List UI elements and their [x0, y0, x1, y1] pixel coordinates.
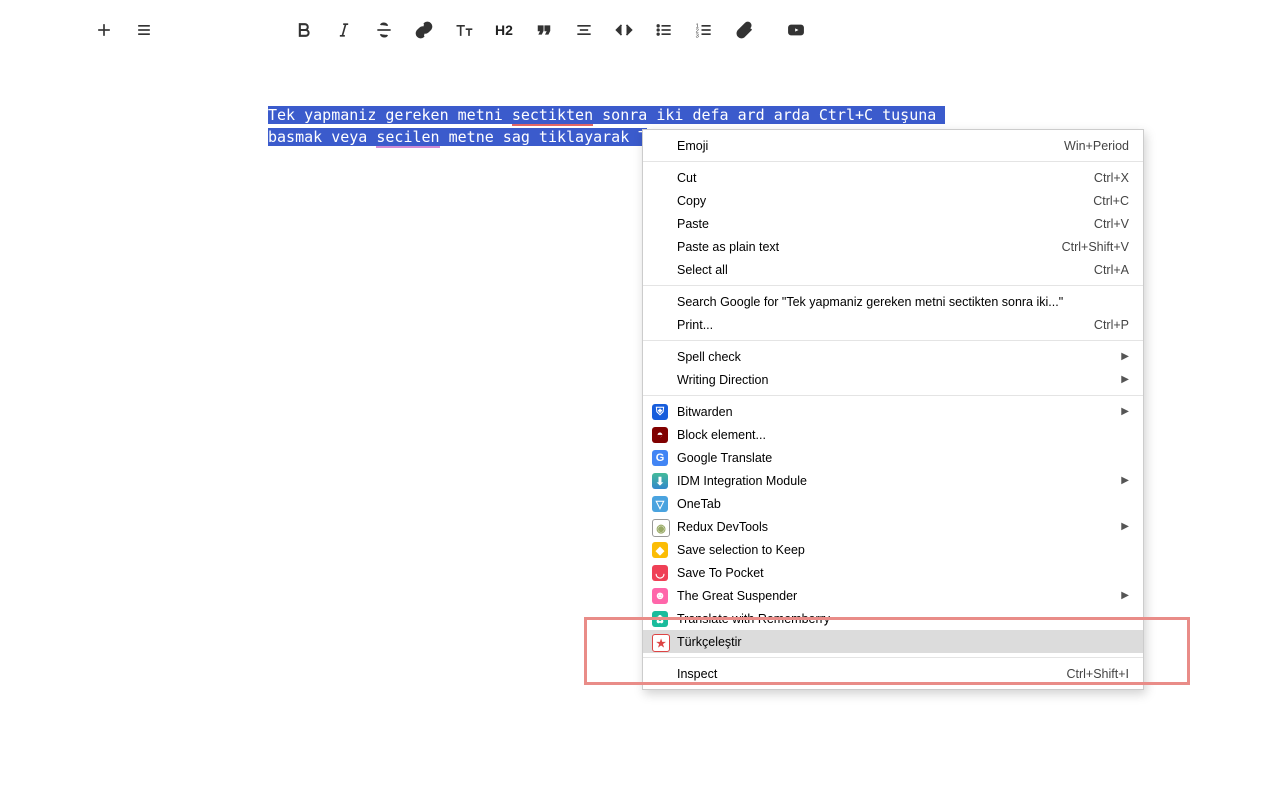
chevron-right-icon: ▶: [1121, 521, 1129, 532]
svg-text:3: 3: [696, 34, 699, 40]
label: Copy: [677, 194, 706, 208]
menu-bitwarden[interactable]: ⛨ Bitwarden ▶: [643, 400, 1143, 423]
menu-copy[interactable]: Copy Ctrl+C: [643, 189, 1143, 212]
shortcut: Ctrl+V: [1094, 217, 1129, 231]
menu-icon[interactable]: [124, 16, 164, 44]
menu-onetab[interactable]: ▽ OneTab: [643, 492, 1143, 515]
label: Türkçeleştir: [677, 635, 742, 649]
label: Save To Pocket: [677, 566, 764, 580]
label: Block element...: [677, 428, 766, 442]
label: Writing Direction: [677, 373, 768, 387]
shortcut: Ctrl+C: [1093, 194, 1129, 208]
bullet-list-icon[interactable]: [644, 16, 684, 44]
menu-rememberry[interactable]: ✿ Translate with Rememberry: [643, 607, 1143, 630]
h2-label: H2: [495, 22, 513, 38]
context-menu: Emoji Win+Period Cut Ctrl+X Copy Ctrl+C Pas…: [642, 129, 1144, 690]
shortcut: Ctrl+Shift+I: [1066, 667, 1129, 681]
separator: [643, 395, 1143, 396]
chevron-right-icon: ▶: [1121, 374, 1129, 385]
quote-icon[interactable]: [524, 16, 564, 44]
suspender-icon: ☻: [652, 588, 668, 604]
shortcut: Ctrl+Shift+V: [1062, 240, 1129, 254]
text: secilen: [376, 128, 439, 148]
menu-paste[interactable]: Paste Ctrl+V: [643, 212, 1143, 235]
menu-spell-check[interactable]: Spell check ▶: [643, 345, 1143, 368]
text: sonra iki defa ard arda Ctrl+C tuşuna: [593, 106, 936, 124]
label: OneTab: [677, 497, 721, 511]
attachment-icon[interactable]: [724, 16, 764, 44]
ublock-icon: ◓: [652, 427, 668, 443]
separator: [643, 657, 1143, 658]
separator: [643, 285, 1143, 286]
label: Cut: [677, 171, 696, 185]
menu-writing-direction[interactable]: Writing Direction ▶: [643, 368, 1143, 391]
heading2-icon[interactable]: H2: [484, 16, 524, 44]
label: Bitwarden: [677, 405, 733, 419]
menu-turkcelestir[interactable]: ★ Türkçeleştir: [643, 630, 1143, 653]
menu-select-all[interactable]: Select all Ctrl+A: [643, 258, 1143, 281]
text: sectikten: [512, 106, 593, 126]
separator: [643, 161, 1143, 162]
shortcut: Ctrl+P: [1094, 318, 1129, 332]
keep-icon: ◆: [652, 542, 668, 558]
label: Inspect: [677, 667, 717, 681]
chevron-right-icon: ▶: [1121, 590, 1129, 601]
label: Print...: [677, 318, 713, 332]
label: Search Google for "Tek yapmaniz gereken …: [677, 295, 1063, 309]
pocket-icon: ◡: [652, 565, 668, 581]
text: metne sag tiklayarak T: [440, 128, 648, 146]
bold-icon[interactable]: [284, 16, 324, 44]
label: Paste as plain text: [677, 240, 779, 254]
label: Paste: [677, 217, 709, 231]
bitwarden-icon: ⛨: [652, 404, 668, 420]
separator: [643, 340, 1143, 341]
menu-print[interactable]: Print... Ctrl+P: [643, 313, 1143, 336]
menu-paste-plain[interactable]: Paste as plain text Ctrl+Shift+V: [643, 235, 1143, 258]
label: Save selection to Keep: [677, 543, 805, 557]
chevron-right-icon: ▶: [1121, 406, 1129, 417]
menu-google-translate[interactable]: G Google Translate: [643, 446, 1143, 469]
italic-icon[interactable]: [324, 16, 364, 44]
menu-redux-devtools[interactable]: ◉ Redux DevTools ▶: [643, 515, 1143, 538]
menu-inspect[interactable]: Inspect Ctrl+Shift+I: [643, 662, 1143, 685]
editor-toolbar: H2 123: [84, 16, 816, 44]
label: IDM Integration Module: [677, 474, 807, 488]
menu-great-suspender[interactable]: ☻ The Great Suspender ▶: [643, 584, 1143, 607]
strikethrough-icon[interactable]: [364, 16, 404, 44]
video-icon[interactable]: [776, 16, 816, 44]
chevron-right-icon: ▶: [1121, 351, 1129, 362]
text: basmak veya: [268, 128, 376, 146]
shortcut: Win+Period: [1064, 139, 1129, 153]
label: Translate with Rememberry: [677, 612, 830, 626]
label: Spell check: [677, 350, 741, 364]
code-icon[interactable]: [604, 16, 644, 44]
shortcut: Ctrl+X: [1094, 171, 1129, 185]
menu-pocket[interactable]: ◡ Save To Pocket: [643, 561, 1143, 584]
label: Google Translate: [677, 451, 772, 465]
add-icon[interactable]: [84, 16, 124, 44]
turkcelestir-icon: ★: [652, 634, 670, 652]
text: Tek yapmaniz gereken metni: [268, 106, 512, 124]
menu-cut[interactable]: Cut Ctrl+X: [643, 166, 1143, 189]
shortcut: Ctrl+A: [1094, 263, 1129, 277]
gtranslate-icon: G: [652, 450, 668, 466]
align-icon[interactable]: [564, 16, 604, 44]
menu-idm[interactable]: ⬇ IDM Integration Module ▶: [643, 469, 1143, 492]
rememberry-icon: ✿: [652, 611, 668, 627]
redux-icon: ◉: [652, 519, 670, 537]
numbered-list-icon[interactable]: 123: [684, 16, 724, 44]
label: The Great Suspender: [677, 589, 797, 603]
chevron-right-icon: ▶: [1121, 475, 1129, 486]
menu-keep[interactable]: ◆ Save selection to Keep: [643, 538, 1143, 561]
text-size-icon[interactable]: [444, 16, 484, 44]
menu-search-google[interactable]: Search Google for "Tek yapmaniz gereken …: [643, 290, 1143, 313]
onetab-icon: ▽: [652, 496, 668, 512]
menu-emoji[interactable]: Emoji Win+Period: [643, 134, 1143, 157]
label: Emoji: [677, 139, 708, 153]
menu-block-element[interactable]: ◓ Block element...: [643, 423, 1143, 446]
label: Select all: [677, 263, 728, 277]
label: Redux DevTools: [677, 520, 768, 534]
idm-icon: ⬇: [652, 473, 668, 489]
link-icon[interactable]: [404, 16, 444, 44]
